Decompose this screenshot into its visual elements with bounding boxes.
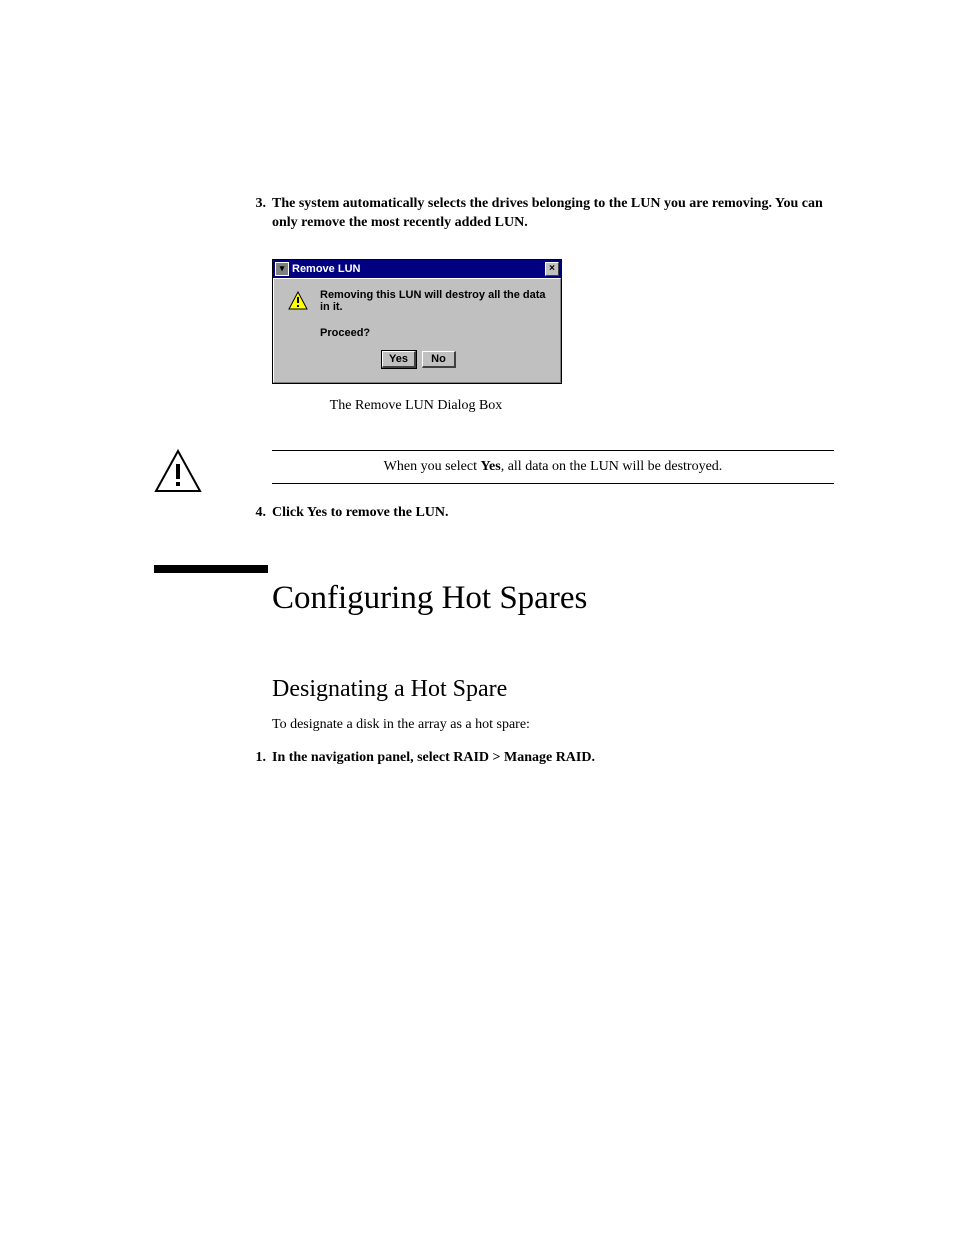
step-text: The system automatically selects the dri…	[272, 195, 834, 233]
heading-designating-a-hot-spare: Designating a Hot Spare	[272, 676, 834, 703]
dialog-prompt: Proceed?	[320, 327, 550, 339]
remove-lun-figure: ▾ Remove LUN × Removing this LUN will de…	[272, 259, 834, 414]
step-number: 1.	[246, 749, 266, 768]
remove-lun-dialog: ▾ Remove LUN × Removing this LUN will de…	[272, 259, 562, 384]
intro-text: To designate a disk in the array as a ho…	[272, 717, 834, 733]
dialog-message: Removing this LUN will destroy all the d…	[320, 289, 550, 313]
caution-prefix: When you select	[384, 459, 481, 474]
close-icon[interactable]: ×	[545, 262, 559, 276]
dialog-titlebar: ▾ Remove LUN ×	[273, 260, 561, 278]
caution-bold: Yes	[480, 459, 500, 474]
step-number: 4.	[246, 504, 266, 523]
figure-caption: The Remove LUN Dialog Box	[272, 398, 560, 414]
dialog-body: Removing this LUN will destroy all the d…	[273, 278, 561, 383]
step-text: Click Yes to remove the LUN.	[272, 504, 834, 523]
section-heading-block: Configuring Hot Spares	[272, 579, 834, 619]
step-number: 3.	[246, 195, 266, 233]
step-1: 1. In the navigation panel, select RAID …	[272, 749, 834, 768]
document-page: 3. The system automatically selects the …	[0, 0, 954, 1235]
dialog-message-row: Removing this LUN will destroy all the d…	[288, 289, 550, 313]
heading-configuring-hot-spares: Configuring Hot Spares	[272, 579, 834, 619]
caution-text: When you select Yes, all data on the LUN…	[272, 459, 834, 475]
dialog-title: Remove LUN	[292, 263, 545, 275]
step-text: In the navigation panel, select RAID > M…	[272, 749, 834, 768]
step-3: 3. The system automatically selects the …	[272, 195, 834, 233]
step-4: 4. Click Yes to remove the LUN.	[272, 504, 834, 523]
system-menu-icon[interactable]: ▾	[275, 262, 289, 276]
yes-button[interactable]: Yes	[382, 351, 416, 368]
section-rule	[154, 565, 268, 573]
caution-block: When you select Yes, all data on the LUN…	[272, 450, 834, 484]
dialog-button-row: Yes No	[288, 351, 550, 368]
caution-suffix: , all data on the LUN will be destroyed.	[501, 459, 723, 474]
no-button[interactable]: No	[422, 351, 456, 368]
warning-icon	[288, 291, 308, 311]
caution-icon	[154, 449, 202, 493]
